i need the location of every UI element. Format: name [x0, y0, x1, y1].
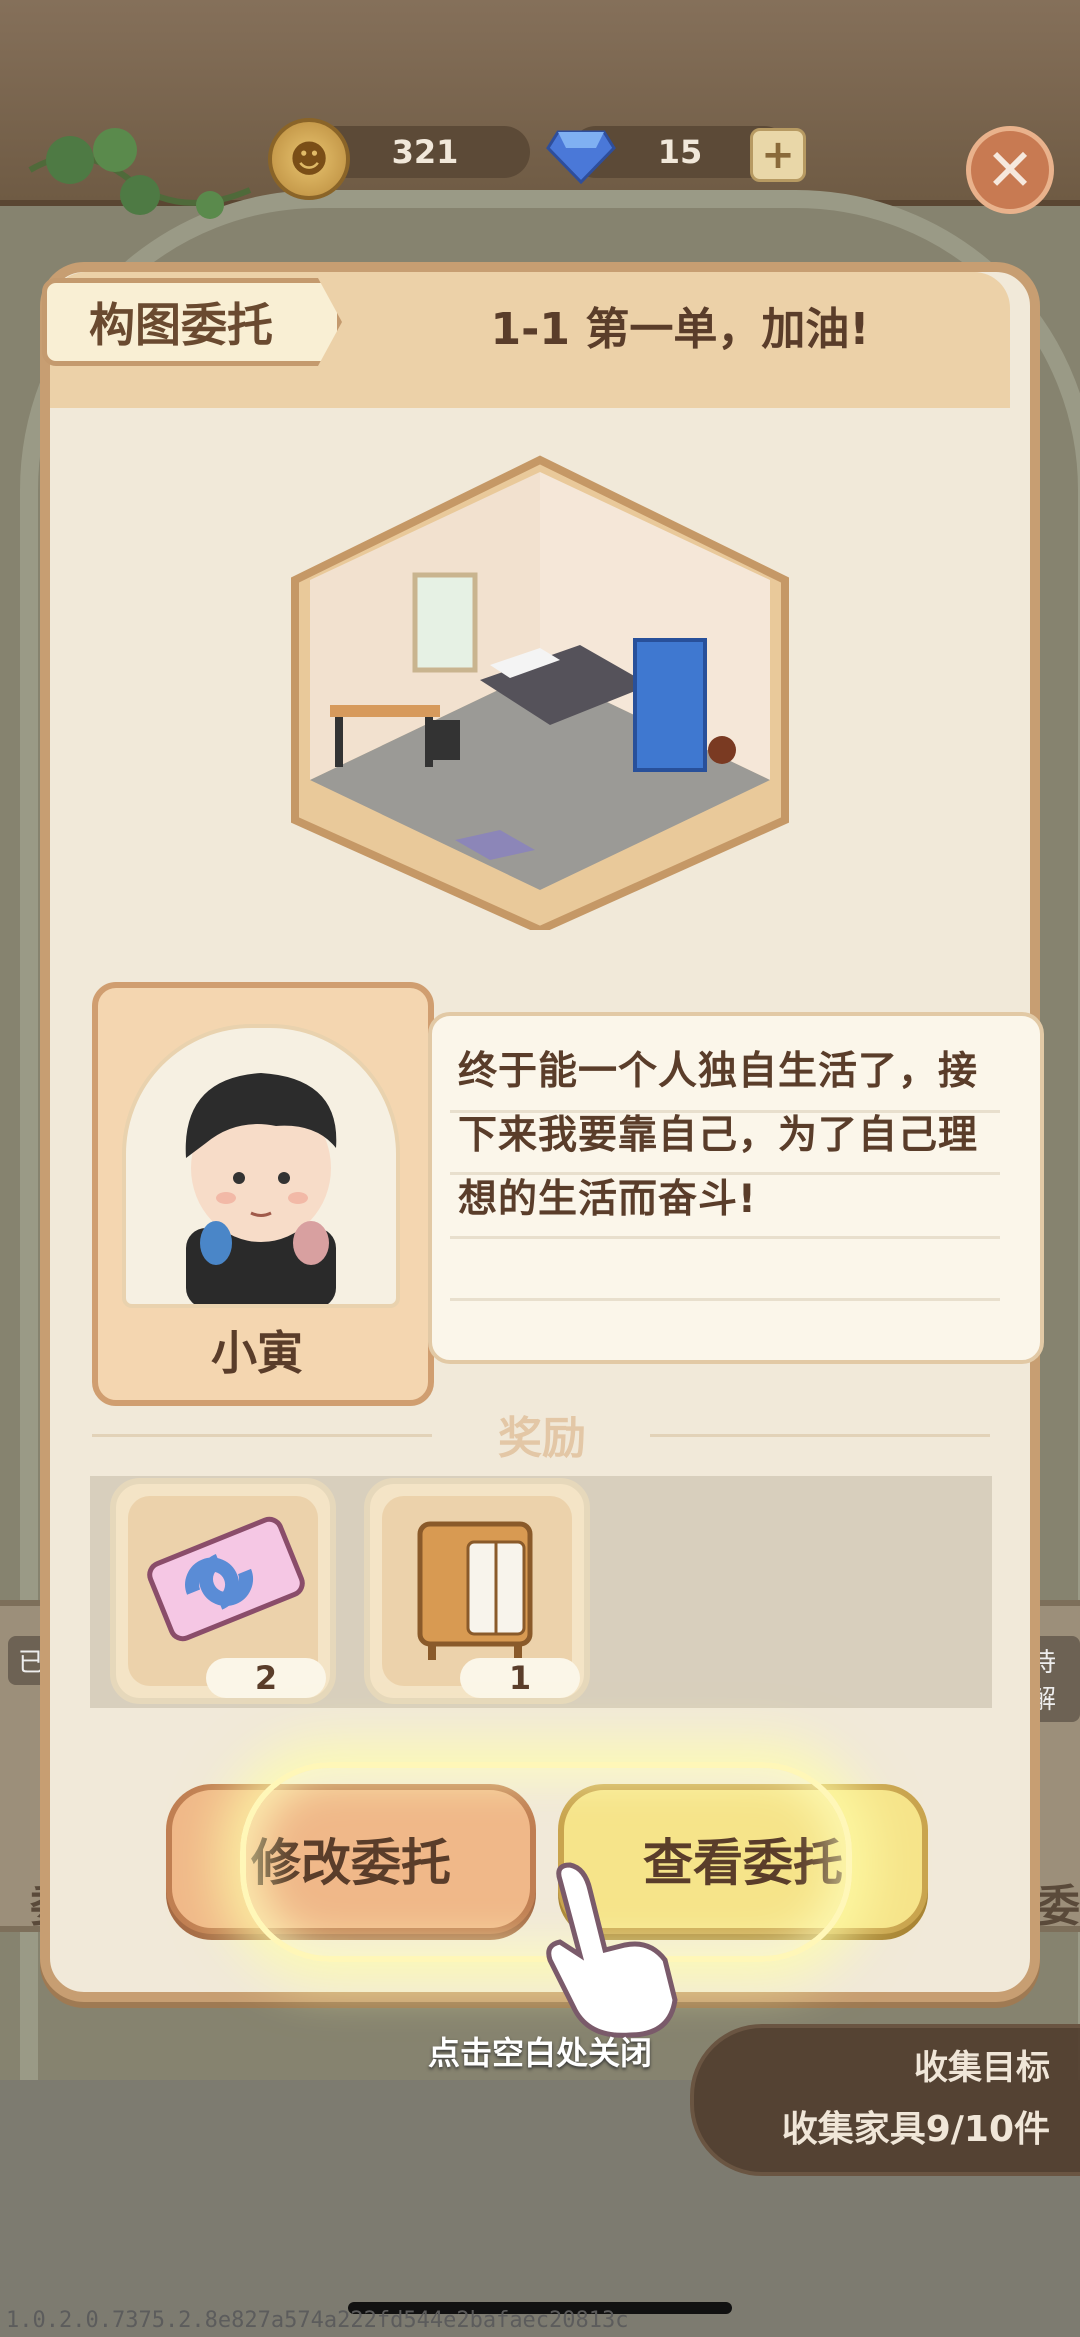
- speech-rule: [450, 1298, 1000, 1301]
- gem-count: 15: [657, 133, 703, 171]
- reward-item-ticket[interactable]: 2: [110, 1478, 336, 1704]
- ivy-decoration: [28, 128, 252, 219]
- wardrobe-icon: [417, 1521, 533, 1660]
- speech-line-1: 终于能一个人独自生活了，接: [458, 1049, 979, 1094]
- character-portrait: [122, 1024, 400, 1308]
- speech-rule: [450, 1236, 1000, 1239]
- tap-to-close-hint: 点击空白处关闭: [427, 2034, 652, 2072]
- rewards-title: 奖励: [92, 1404, 992, 1464]
- side-char-right: 委: [1036, 1881, 1080, 1932]
- coin-count: 321: [391, 133, 459, 171]
- avatar: [185, 1073, 337, 1304]
- pointing-hand-icon: [546, 1862, 678, 2038]
- reward-count: 2: [206, 1658, 326, 1698]
- reward-count: 1: [460, 1658, 580, 1698]
- add-gems-button[interactable]: +: [750, 128, 806, 182]
- close-button[interactable]: ✕: [966, 126, 1054, 214]
- speech-line-3: 想的生活而奋斗!: [458, 1177, 757, 1222]
- reward-item-wardrobe[interactable]: 1: [364, 1478, 590, 1704]
- character-name: 小寅: [211, 1326, 303, 1380]
- version-text: 1.0.2.0.7375.2.8e827a574a222fd544e2bafae…: [6, 2308, 629, 2333]
- ticket-icon: [147, 1516, 305, 1642]
- speech-text: 终于能一个人独自生活了，接 下来我要靠自己，为了自己理 想的生活而奋斗!: [458, 1040, 1018, 1232]
- rewards-title-text: 奖励: [498, 1413, 586, 1464]
- gem-icon: [546, 130, 616, 184]
- collection-goal-progress: 收集家具9/10件: [781, 2109, 1050, 2150]
- speech-line-2: 下来我要靠自己，为了自己理: [458, 1113, 979, 1158]
- room-preview-image: [291, 455, 789, 930]
- commission-type-tag: 构图委托: [42, 278, 342, 366]
- coin-icon: ☻: [268, 118, 350, 200]
- dialog-title: 1-1 第一单，加油!: [490, 304, 870, 355]
- collection-goal-label: 收集目标: [914, 2048, 1050, 2088]
